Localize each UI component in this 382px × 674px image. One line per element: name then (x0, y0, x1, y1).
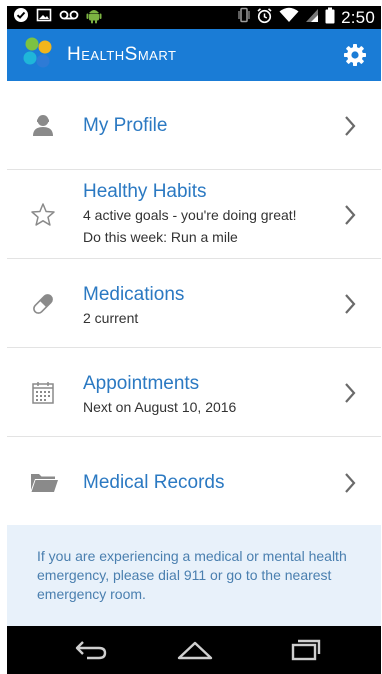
signal-icon (305, 7, 319, 28)
person-icon (29, 111, 57, 139)
menu-title: My Profile (83, 115, 168, 136)
status-time: 2:50 (341, 7, 375, 27)
menu-subtitle: 4 active goals - you're doing great! (83, 207, 297, 223)
settings-button[interactable] (343, 43, 367, 67)
menu-title: Appointments (83, 373, 200, 394)
calendar-icon (29, 379, 57, 407)
app-header: HealthSmart (7, 29, 381, 81)
menu-item-appointments[interactable]: Appointments Next on August 10, 2016 (7, 348, 381, 437)
menu-title: Healthy Habits (83, 181, 207, 202)
chevron-right-icon (343, 204, 357, 226)
app-title: HealthSmart (67, 44, 177, 65)
check-circle-icon (13, 7, 29, 28)
status-bar: 2:50 (7, 6, 381, 29)
healthsmart-logo-icon (21, 36, 55, 75)
recent-apps-icon (291, 639, 321, 661)
chevron-right-icon (343, 472, 357, 494)
emergency-text: If you are experiencing a medical or men… (37, 548, 347, 602)
menu-text: Appointments Next on August 10, 2016 (83, 372, 236, 418)
vibrate-icon (238, 7, 250, 28)
phone-screen: 2:50 HealthSmart My Profile Healthy Habi… (0, 0, 382, 674)
home-icon (177, 641, 213, 660)
pill-icon (29, 290, 57, 318)
wifi-icon (279, 7, 299, 28)
menu-subtitle: Next on August 10, 2016 (83, 399, 237, 415)
back-button[interactable] (69, 636, 113, 664)
battery-icon (325, 7, 335, 29)
menu-text: Medical Records (83, 471, 225, 495)
menu-item-medical-records[interactable]: Medical Records (7, 437, 381, 525)
status-left-icons (13, 6, 102, 29)
navigation-bar (7, 626, 381, 674)
gear-icon (344, 44, 366, 66)
voicemail-icon (59, 8, 79, 27)
android-icon (86, 6, 102, 29)
emergency-notice: If you are experiencing a medical or men… (7, 525, 381, 626)
menu-title: Medications (83, 284, 185, 305)
menu-title: Medical Records (83, 472, 225, 493)
menu-text: Healthy Habits 4 active goals - you're d… (83, 180, 297, 248)
main-menu: My Profile Healthy Habits 4 active goals… (7, 81, 381, 525)
chevron-right-icon (343, 293, 357, 315)
menu-subtitle: 2 current (83, 310, 139, 326)
alarm-icon (256, 7, 273, 29)
star-icon (29, 201, 57, 229)
menu-text: Medications 2 current (83, 283, 184, 329)
menu-item-medications[interactable]: Medications 2 current (7, 259, 381, 348)
home-button[interactable] (173, 636, 217, 664)
status-right-icons: 2:50 (238, 6, 375, 29)
folder-icon (29, 468, 58, 496)
chevron-right-icon (343, 382, 357, 404)
menu-text: My Profile (83, 114, 167, 138)
chevron-right-icon (343, 115, 357, 137)
back-icon (75, 641, 107, 660)
image-icon (36, 7, 52, 28)
brand: HealthSmart (21, 37, 176, 73)
menu-subtitle-2: Do this week: Run a mile (83, 229, 238, 245)
menu-item-healthy-habits[interactable]: Healthy Habits 4 active goals - you're d… (7, 170, 381, 259)
menu-item-my-profile[interactable]: My Profile (7, 81, 381, 170)
recent-apps-button[interactable] (283, 636, 327, 664)
